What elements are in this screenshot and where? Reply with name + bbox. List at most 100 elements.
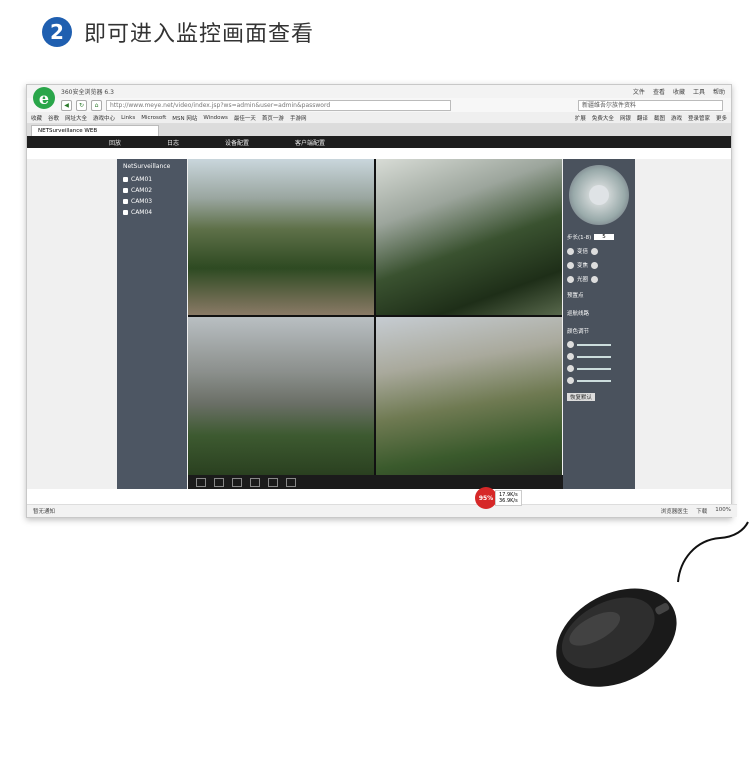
fav-item[interactable]: 首页一游 — [262, 114, 284, 122]
layout-9-icon[interactable] — [232, 477, 242, 487]
camera-icon — [123, 199, 128, 204]
ptz-step-select[interactable]: 5 — [594, 234, 614, 240]
status-left: 暂无通知 — [33, 509, 56, 515]
fav-item[interactable]: Windows — [203, 115, 228, 121]
nav-playback[interactable]: 回放 — [109, 138, 121, 147]
camera-item[interactable]: CAM03 — [117, 196, 187, 207]
snapshot-icon[interactable] — [268, 477, 278, 487]
hue-slider[interactable] — [567, 377, 611, 384]
fav-item[interactable]: 网址大全 — [65, 114, 87, 122]
step-number: 2 — [42, 17, 72, 47]
fav-item[interactable]: Links — [121, 115, 135, 121]
layout-4-icon[interactable] — [214, 477, 224, 487]
ptz-center-button[interactable] — [589, 185, 609, 205]
net-speeds: 17.9K/s 36.9K/s — [495, 490, 522, 506]
reset-button[interactable]: 恢复默认 — [567, 393, 596, 401]
record-icon[interactable] — [250, 477, 260, 487]
focus-out-button[interactable] — [567, 261, 574, 269]
fav-item[interactable]: Microsoft — [141, 115, 166, 121]
tool-item[interactable]: 截图 — [654, 114, 665, 122]
camera-label: CAM01 — [131, 176, 153, 183]
menu-file[interactable]: 文件 — [633, 87, 645, 96]
cruise-row: 巡航线路 — [567, 309, 589, 317]
zoom-out-button[interactable] — [567, 247, 574, 255]
camera-icon — [123, 188, 128, 193]
contrast-slider[interactable] — [567, 353, 611, 360]
fav-item[interactable]: MSN 网站 — [172, 114, 197, 122]
ptz-panel: 步长(1-8) 5 变倍 变焦 光圈 预置点 巡航线路 颜色调节 恢复默认 — [563, 159, 635, 489]
ptz-step-label: 步长(1-8) — [567, 235, 592, 241]
video-tile-3[interactable] — [188, 317, 374, 475]
menu-favorites[interactable]: 收藏 — [673, 87, 685, 96]
menu-view[interactable]: 查看 — [653, 87, 665, 96]
tool-item[interactable]: 网银 — [620, 114, 631, 122]
browser-logo-icon: e — [33, 87, 55, 109]
focus-row: 变焦 — [567, 261, 599, 269]
fav-item[interactable]: 最佳一天 — [234, 114, 256, 122]
fav-item[interactable]: 收藏 — [31, 114, 42, 122]
window-title: 360安全浏览器 6.3 — [61, 89, 114, 96]
volume-icon[interactable] — [286, 477, 296, 487]
video-grid — [188, 159, 562, 475]
layout-1-icon[interactable] — [196, 477, 206, 487]
nav-log[interactable]: 日志 — [167, 138, 179, 147]
menu-help[interactable]: 帮助 — [713, 87, 725, 96]
nav-client-config[interactable]: 客户端配置 — [295, 138, 325, 147]
down-speed: 36.9K/s — [499, 498, 518, 504]
iris-row: 光圈 — [567, 275, 599, 283]
tool-item[interactable]: 更多 — [716, 114, 727, 122]
saturation-slider[interactable] — [567, 365, 611, 372]
zoom-level[interactable]: 100% — [715, 507, 731, 515]
iris-close-button[interactable] — [567, 275, 574, 283]
address-bar: ◀ ↻ ⌂ http://www.meye.net/video/index.js… — [27, 98, 731, 112]
camera-label: CAM02 — [131, 187, 153, 194]
iris-open-button[interactable] — [591, 275, 599, 283]
camera-item[interactable]: CAM02 — [117, 185, 187, 196]
computer-mouse-icon — [556, 521, 749, 687]
tool-item[interactable]: 扩展 — [575, 114, 586, 122]
right-blank-area — [635, 159, 731, 489]
tool-item[interactable]: 免费大全 — [592, 114, 614, 122]
menu-tools[interactable]: 工具 — [693, 87, 705, 96]
browser-window: e 360安全浏览器 6.3 文件 查看 收藏 工具 帮助 ◀ ↻ ⌂ http… — [26, 84, 737, 518]
home-icon[interactable]: ⌂ — [91, 99, 102, 111]
camera-item[interactable]: CAM01 — [117, 174, 187, 185]
zoom-in-button[interactable] — [591, 247, 599, 255]
search-input[interactable]: 新疆维吾尔族件资料 — [578, 99, 723, 111]
step-title: 即可进入监控画面查看 — [84, 22, 315, 47]
video-tile-2[interactable] — [376, 159, 562, 315]
preset-row: 预置点 — [567, 291, 584, 299]
nav-device-config[interactable]: 设备配置 — [225, 138, 249, 147]
fav-item[interactable]: 手游网 — [290, 114, 307, 122]
camera-icon — [123, 210, 128, 215]
network-speed-badge: 95% 17.9K/s 36.9K/s — [475, 487, 522, 509]
tool-item[interactable]: 登录管家 — [688, 114, 710, 122]
download[interactable]: 下载 — [696, 507, 707, 515]
camera-icon — [123, 177, 128, 182]
camera-sidebar: NetSurveillance CAM01 CAM02 CAM03 CAM04 — [117, 159, 187, 489]
camera-label: CAM04 — [131, 209, 153, 216]
tool-item[interactable]: 游戏 — [671, 114, 682, 122]
preset-label: 预置点 — [567, 293, 584, 299]
fav-item[interactable]: 游戏中心 — [93, 114, 115, 122]
camera-label: CAM03 — [131, 198, 153, 205]
brightness-slider[interactable] — [567, 341, 611, 348]
browser-doctor[interactable]: 浏览器医生 — [661, 507, 689, 515]
color-row: 颜色调节 — [567, 327, 589, 335]
surveillance-app: NetSurveillance CAM01 CAM02 CAM03 CAM04 … — [27, 159, 731, 489]
focus-in-button[interactable] — [591, 261, 599, 269]
browser-titlebar: e 360安全浏览器 6.3 文件 查看 收藏 工具 帮助 — [27, 85, 731, 109]
favorites-bar: 收藏 谷歌 网址大全 游戏中心 Links Microsoft MSN 网站 W… — [27, 112, 731, 124]
fav-item[interactable]: 谷歌 — [48, 114, 59, 122]
zoom-label: 变倍 — [577, 249, 589, 255]
refresh-icon[interactable]: ↻ — [76, 99, 87, 111]
tab-netsurveillance[interactable]: NETSurveillance WEB — [31, 125, 159, 136]
camera-item[interactable]: CAM04 — [117, 207, 187, 218]
tool-item[interactable]: 翻译 — [637, 114, 648, 122]
url-input[interactable]: http://www.meye.net/video/index.jsp?ws=a… — [106, 99, 451, 111]
video-tile-4[interactable] — [376, 317, 562, 475]
back-icon[interactable]: ◀ — [61, 99, 72, 111]
tab-strip: NETSurveillance WEB — [27, 124, 731, 136]
ptz-direction-pad[interactable] — [569, 165, 629, 225]
video-tile-1[interactable] — [188, 159, 374, 315]
